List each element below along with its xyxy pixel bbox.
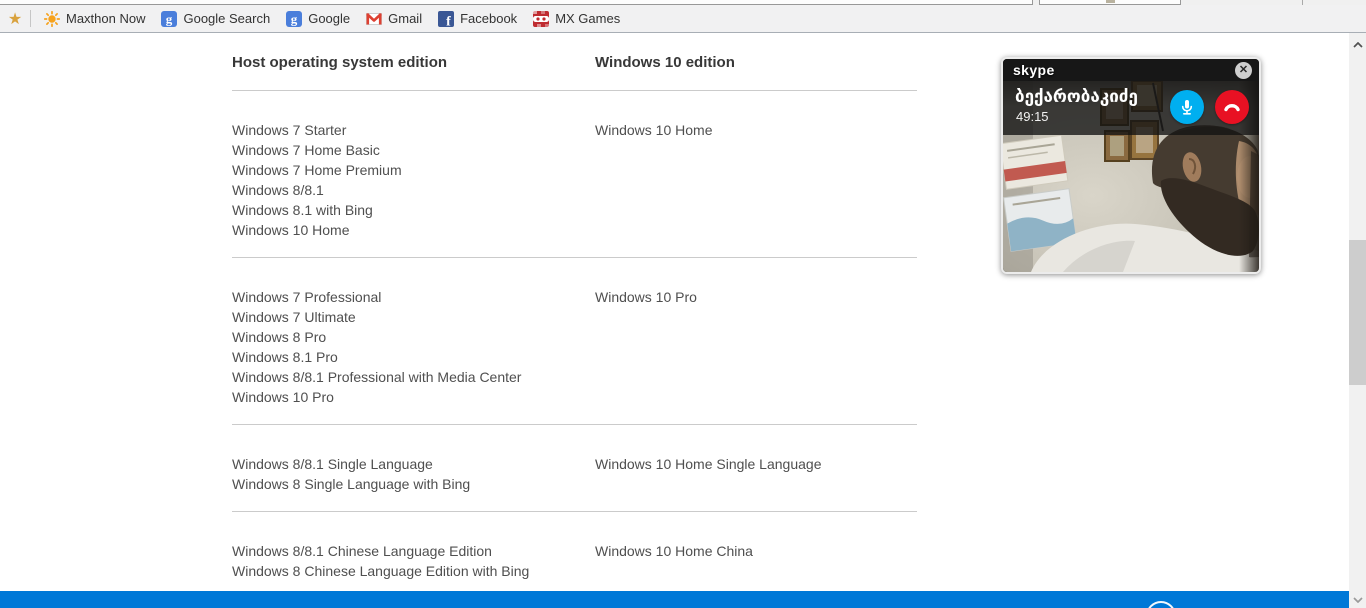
call-timer: 49:15 — [1016, 109, 1049, 124]
bookmark-google-search[interactable]: g Google Search — [157, 5, 282, 32]
table-group-single-language: Windows 8/8.1 Single Language Windows 8 … — [232, 425, 917, 512]
header-windows10-edition: Windows 10 edition — [595, 54, 735, 71]
bookmark-facebook[interactable]: f Facebook — [434, 5, 529, 32]
bookmark-maxthon-now[interactable]: Maxthon Now — [40, 5, 157, 32]
header-host-edition: Host operating system edition — [232, 54, 448, 71]
host-edition: Windows 8/8.1 Single Language — [232, 456, 433, 472]
host-edition: Windows 7 Professional — [232, 289, 382, 305]
bookmark-label: Gmail — [388, 11, 423, 26]
skype-window-titlebar[interactable]: skype ✕ — [1003, 59, 1259, 81]
host-edition: Windows 7 Home Premium — [232, 162, 402, 178]
host-edition: Windows 7 Starter — [232, 122, 347, 138]
sun-icon — [43, 10, 61, 27]
host-edition: Windows 7 Ultimate — [232, 309, 356, 325]
bookmarks-separator — [30, 10, 31, 27]
bookmark-label: Google Search — [183, 11, 271, 26]
back-to-top-button[interactable] — [1146, 601, 1176, 608]
table-group-pro: Windows 7 Professional Windows 7 Ultimat… — [232, 258, 917, 425]
host-edition: Windows 10 Home — [232, 222, 350, 238]
host-edition: Windows 10 Pro — [232, 389, 334, 405]
bookmark-label: MX Games — [555, 11, 621, 26]
bookmark-label: Maxthon Now — [66, 11, 146, 26]
skype-video-area: ბექარობაკიძე 49:15 — [1003, 81, 1259, 272]
mx-games-icon — [533, 10, 550, 27]
end-call-button[interactable] — [1215, 90, 1249, 124]
bookmarks-bar: ★ Maxthon Now g Google Search g Google G… — [0, 5, 1366, 33]
table-group-china: Windows 8/8.1 Chinese Language Edition W… — [232, 512, 917, 598]
google-icon: g — [161, 10, 178, 27]
skype-call-window: skype ✕ ბექარობაკიძე 49:15 — [1001, 57, 1261, 274]
scroll-up-arrow-icon[interactable] — [1349, 36, 1366, 53]
scroll-down-arrow-icon[interactable] — [1349, 591, 1366, 608]
favorites-star-icon[interactable]: ★ — [0, 9, 30, 29]
host-edition: Windows 7 Home Basic — [232, 142, 380, 158]
skype-logo: skype — [1013, 62, 1055, 78]
svg-text:g: g — [291, 11, 298, 26]
edition-comparison-table: Host operating system edition Windows 10… — [232, 54, 917, 598]
host-edition: Windows 8/8.1 — [232, 182, 324, 198]
bookmark-gmail[interactable]: Gmail — [362, 5, 434, 32]
target-edition: Windows 10 Home Single Language — [595, 456, 822, 472]
host-edition: Windows 8 Pro — [232, 329, 327, 345]
caller-name: ბექარობაკიძე — [1015, 87, 1138, 107]
search-engine-icon — [1106, 0, 1115, 3]
host-edition: Windows 8 Single Language with Bing — [232, 476, 471, 492]
gmail-icon — [366, 11, 383, 27]
close-icon[interactable]: ✕ — [1235, 61, 1252, 79]
bookmark-google[interactable]: g Google — [282, 5, 362, 32]
bookmark-mx-games[interactable]: MX Games — [529, 5, 632, 32]
target-edition: Windows 10 Home — [595, 122, 713, 138]
facebook-icon: f — [438, 10, 455, 29]
vertical-scrollbar[interactable] — [1349, 33, 1366, 608]
svg-text:f: f — [446, 14, 451, 27]
google-icon: g — [286, 10, 303, 27]
table-group-home: Windows 7 Starter Windows 7 Home Basic W… — [232, 91, 917, 258]
host-edition: Windows 8/8.1 Chinese Language Edition — [232, 543, 492, 559]
bookmark-label: Google — [308, 11, 351, 26]
host-edition: Windows 8/8.1 Professional with Media Ce… — [232, 369, 522, 385]
host-edition: Windows 8.1 with Bing — [232, 202, 373, 218]
host-edition: Windows 8.1 Pro — [232, 349, 338, 365]
target-edition: Windows 10 Home China — [595, 543, 753, 559]
bookmark-label: Facebook — [460, 11, 518, 26]
svg-text:g: g — [166, 11, 173, 26]
host-edition: Windows 8 Chinese Language Edition with … — [232, 563, 530, 579]
hang-up-icon — [1224, 104, 1240, 112]
target-edition: Windows 10 Pro — [595, 289, 697, 305]
scrollbar-thumb[interactable] — [1349, 240, 1366, 385]
microphone-icon — [1181, 100, 1193, 115]
page-footer-bar — [0, 591, 1349, 608]
mute-microphone-button[interactable] — [1170, 90, 1204, 124]
table-header-row: Host operating system edition Windows 10… — [232, 54, 917, 91]
